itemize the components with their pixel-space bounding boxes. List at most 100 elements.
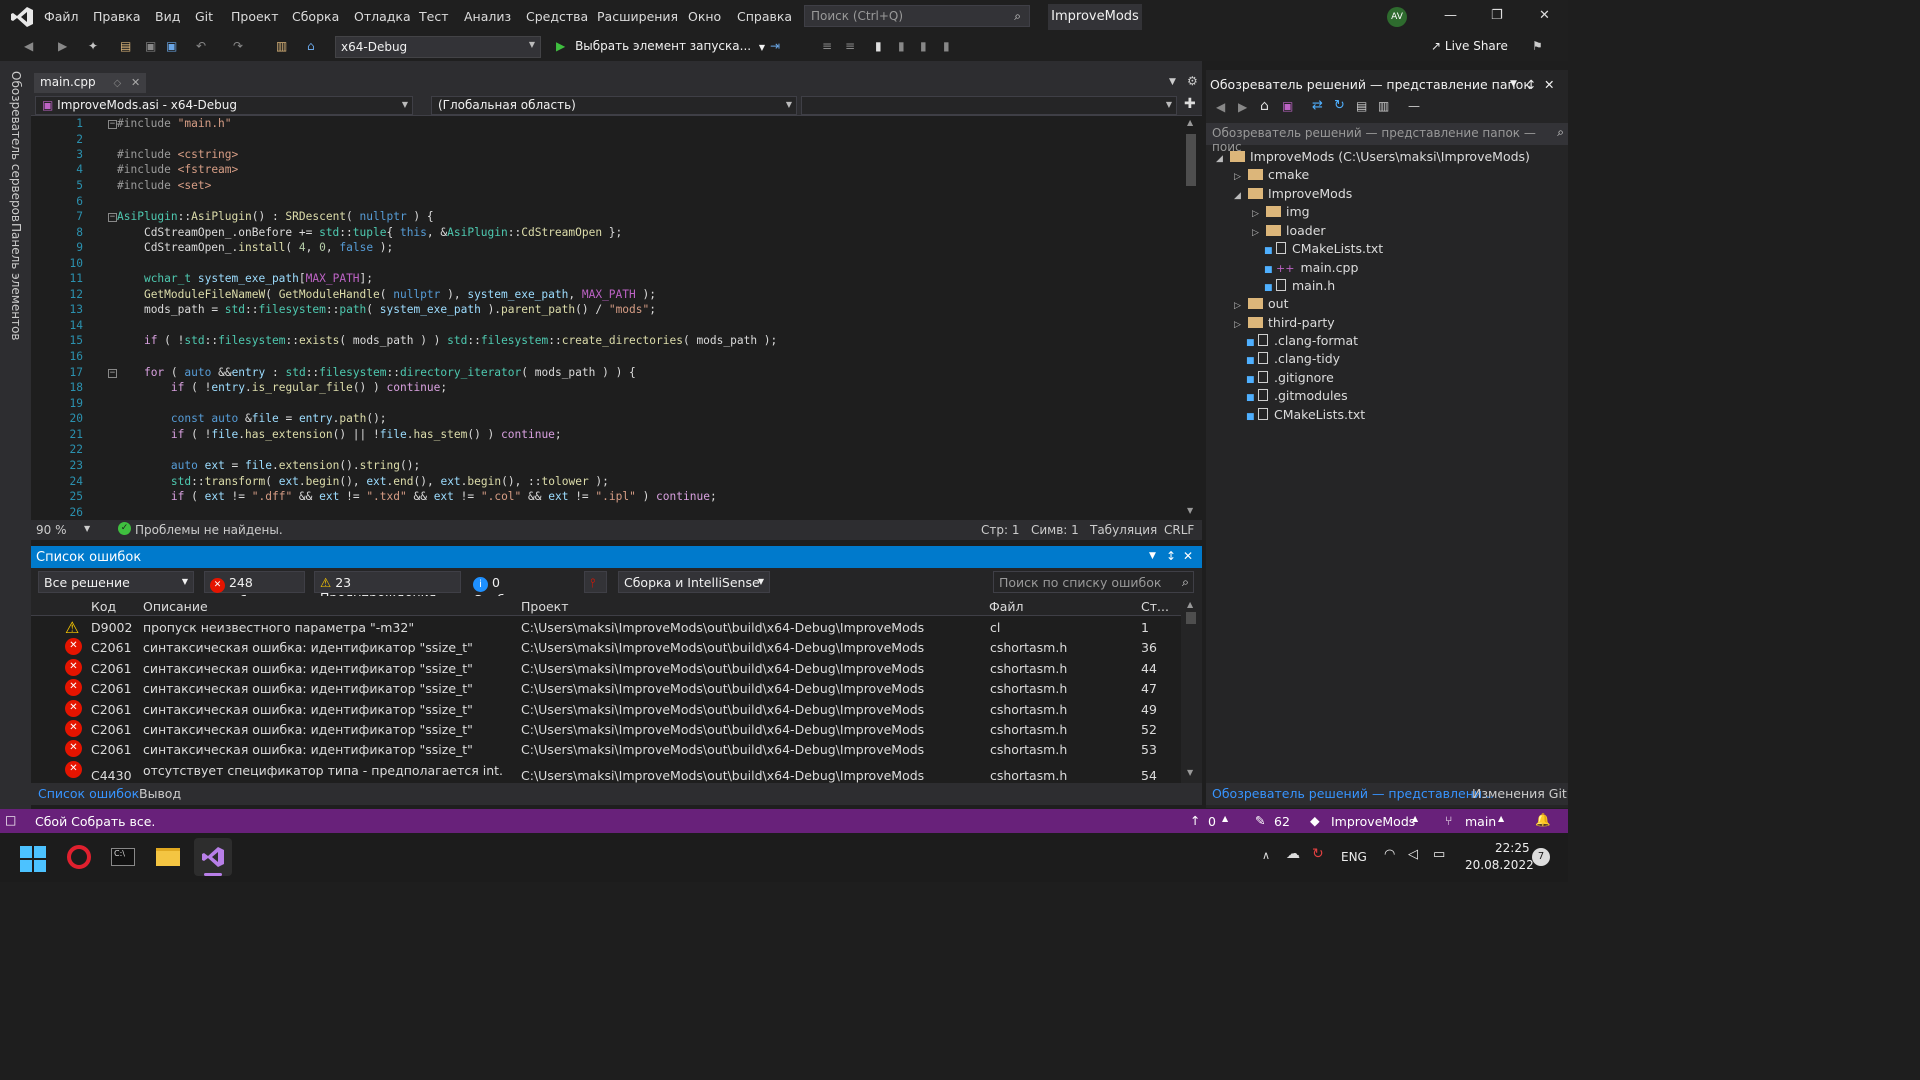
tree-item-out[interactable]: ▷ out (1234, 296, 1288, 311)
undo-icon[interactable]: ↶ (196, 39, 206, 53)
feedback-icon[interactable]: ⚑ (1532, 39, 1543, 53)
avatar[interactable]: AV (1387, 7, 1407, 27)
changes-count[interactable]: 62 (1274, 814, 1290, 829)
line-ending[interactable]: CRLF (1164, 523, 1194, 537)
cloud-icon[interactable]: ☁ (1286, 846, 1300, 862)
redo-icon[interactable]: ↷ (233, 39, 243, 53)
output-icon[interactable]: □ (5, 813, 16, 827)
chevron-down-icon[interactable]: ▼ (84, 524, 90, 533)
home-icon[interactable]: ⌂ (307, 39, 315, 53)
project-dropdown[interactable]: ▣ ImproveMods.asi - x64-Debug ▼ (35, 96, 413, 115)
tree-item-gitmodules[interactable]: ■ .gitmodules (1246, 388, 1348, 403)
problems-status[interactable]: Проблемы не найдены. (135, 523, 283, 537)
next-bookmark-icon[interactable]: ▮ (920, 39, 927, 53)
configuration-select[interactable]: x64-Debug ▼ (335, 36, 541, 58)
chevron-up-icon[interactable]: ▲ (1222, 814, 1228, 823)
step-icon[interactable]: ⇥ (770, 39, 780, 53)
chevron-up-icon[interactable]: ▲ (1412, 814, 1418, 823)
open-folder-icon[interactable]: ▤ (120, 39, 131, 53)
back-icon[interactable]: ◀ (24, 39, 33, 53)
menu-project[interactable]: Проект (231, 9, 279, 24)
menu-extensions[interactable]: Расширения (597, 9, 678, 24)
properties-icon[interactable]: — (1408, 99, 1420, 113)
chevron-up-icon[interactable]: ∧ (1262, 849, 1270, 862)
home-icon[interactable]: ⌂ (1260, 98, 1269, 114)
pin-icon[interactable]: ↕ (1526, 77, 1536, 92)
close-icon[interactable]: ✕ (1539, 8, 1550, 23)
save-icon[interactable]: ▣ (145, 39, 156, 53)
menu-edit[interactable]: Правка (93, 9, 141, 24)
cursor-line[interactable]: Стр: 1 (981, 523, 1019, 537)
pin-icon[interactable]: ↕ (1166, 549, 1176, 563)
error-row[interactable]: ✕ C4430 отсутствует спецификатор типа - пр… (31, 760, 1181, 783)
solution-search-input[interactable]: Обозреватель решений — представление пап… (1206, 123, 1568, 154)
save-all-icon[interactable]: ▣ (166, 39, 177, 53)
volume-icon[interactable]: ◁ (1408, 847, 1418, 862)
refresh-icon[interactable]: ↻ (1334, 98, 1345, 113)
tab-main-cpp[interactable]: main.cpp ◇ ✕ (34, 73, 147, 93)
tab-git-changes[interactable]: Изменения Git (1472, 786, 1567, 801)
restore-icon[interactable]: ❐ (1491, 8, 1503, 23)
live-share-button[interactable]: ↗ Live Share (1431, 39, 1508, 53)
explorer-app[interactable] (149, 838, 187, 876)
bell-icon[interactable]: 🔔 (1535, 812, 1551, 828)
repo-name[interactable]: ImproveMods (1331, 814, 1415, 829)
build-filter-select[interactable]: Сборка и IntelliSense ▼ (618, 571, 770, 593)
back-icon[interactable]: ◀ (1216, 100, 1225, 114)
tree-item-cmakelists-root[interactable]: ■ CMakeLists.txt (1246, 407, 1365, 422)
start-button[interactable]: ▶ Выбрать элемент запуска... ▼ (556, 39, 765, 53)
terminal-app[interactable]: C:\ (104, 838, 142, 876)
minimize-icon[interactable]: — (1444, 8, 1457, 23)
toolbox-tab[interactable]: Панель элементов (9, 223, 23, 341)
notification-badge[interactable]: 7 (1532, 848, 1550, 866)
tree-item-clang-format[interactable]: ■ .clang-format (1246, 333, 1358, 348)
error-row[interactable]: ⚠ D9002 пропуск неизвестного параметра "-m… (31, 617, 1181, 637)
scroll-up-icon[interactable]: ▲ (1187, 600, 1193, 609)
chevron-up-icon[interactable]: ▲ (1498, 814, 1504, 823)
tree-item-gitignore[interactable]: ■ .gitignore (1246, 370, 1334, 385)
indent-icon[interactable]: ≡ (822, 39, 832, 53)
scope-dropdown[interactable]: (Глобальная область) ▼ (431, 96, 797, 115)
server-explorer-tab[interactable]: Обозреватель серверов (9, 71, 23, 222)
branch-name[interactable]: main (1465, 814, 1496, 829)
scroll-down-icon[interactable]: ▼ (1187, 506, 1193, 515)
column-description[interactable]: Описание (143, 599, 208, 614)
tree-root[interactable]: ◢ ImproveMods (C:\Users\maksi\ImproveMods… (1216, 149, 1530, 164)
menu-view[interactable]: Вид (155, 9, 180, 24)
gear-icon[interactable]: ⚙ (1187, 74, 1198, 88)
error-row[interactable]: ✕ C2061 синтаксическая ошибка: идентификат… (31, 658, 1181, 678)
code-editor[interactable]: 1 2 3 4 5 6 7 8 9 10 11 12 13 14 15 16 17 18 19 20 21 22 23 24 2… (31, 116, 1181, 520)
menu-window[interactable]: Окно (688, 9, 721, 24)
collapse-icon[interactable]: − (108, 213, 117, 222)
close-icon[interactable]: ✕ (131, 76, 140, 89)
tree-item-main-cpp[interactable]: ■ ++ main.cpp (1264, 260, 1358, 275)
tab-output[interactable]: Вывод (139, 786, 181, 801)
tree-item-improvemods[interactable]: ◢ ImproveMods (1234, 186, 1352, 201)
pencil-icon[interactable]: ✎ (1255, 813, 1265, 828)
column-line[interactable]: Ст... (1141, 599, 1169, 614)
bookmark-icon[interactable]: ▮ (875, 39, 882, 53)
branch-icon[interactable]: ⑂ (1445, 813, 1453, 828)
tab-error-list[interactable]: Список ошибок (38, 786, 139, 801)
error-row[interactable]: ✕ C2061 синтаксическая ошибка: идентификат… (31, 719, 1181, 739)
tree-item-main-h[interactable]: ■ main.h (1264, 278, 1335, 293)
new-project-icon[interactable]: ✦ (88, 39, 98, 53)
tree-item-cmakelists[interactable]: ■ CMakeLists.txt (1264, 241, 1383, 256)
dropdown-icon[interactable]: ▼ (1149, 551, 1156, 561)
menu-debug[interactable]: Отладка (354, 9, 411, 24)
column-code[interactable]: Код (91, 599, 116, 614)
errors-filter-button[interactable]: ✕ 248 Ошибки (204, 571, 305, 608)
collapse-icon[interactable]: − (108, 369, 117, 378)
opera-app[interactable] (60, 838, 98, 876)
column-file[interactable]: Файл (989, 599, 1024, 614)
menu-test[interactable]: Тест (419, 9, 448, 24)
error-row[interactable]: ✕ C2061 синтаксическая ошибка: идентификат… (31, 739, 1181, 759)
close-icon[interactable]: ✕ (1544, 77, 1554, 92)
scroll-up-icon[interactable]: ▲ (1187, 118, 1193, 127)
menu-help[interactable]: Справка (737, 9, 792, 24)
zoom-select[interactable]: 90 % (36, 523, 67, 537)
scroll-down-icon[interactable]: ▼ (1187, 768, 1193, 777)
wifi-icon[interactable]: ◠ (1384, 847, 1395, 862)
tab-dropdown-icon[interactable]: ▼ (1169, 77, 1176, 87)
clear-filter-button[interactable]: ⫯ (584, 571, 607, 593)
